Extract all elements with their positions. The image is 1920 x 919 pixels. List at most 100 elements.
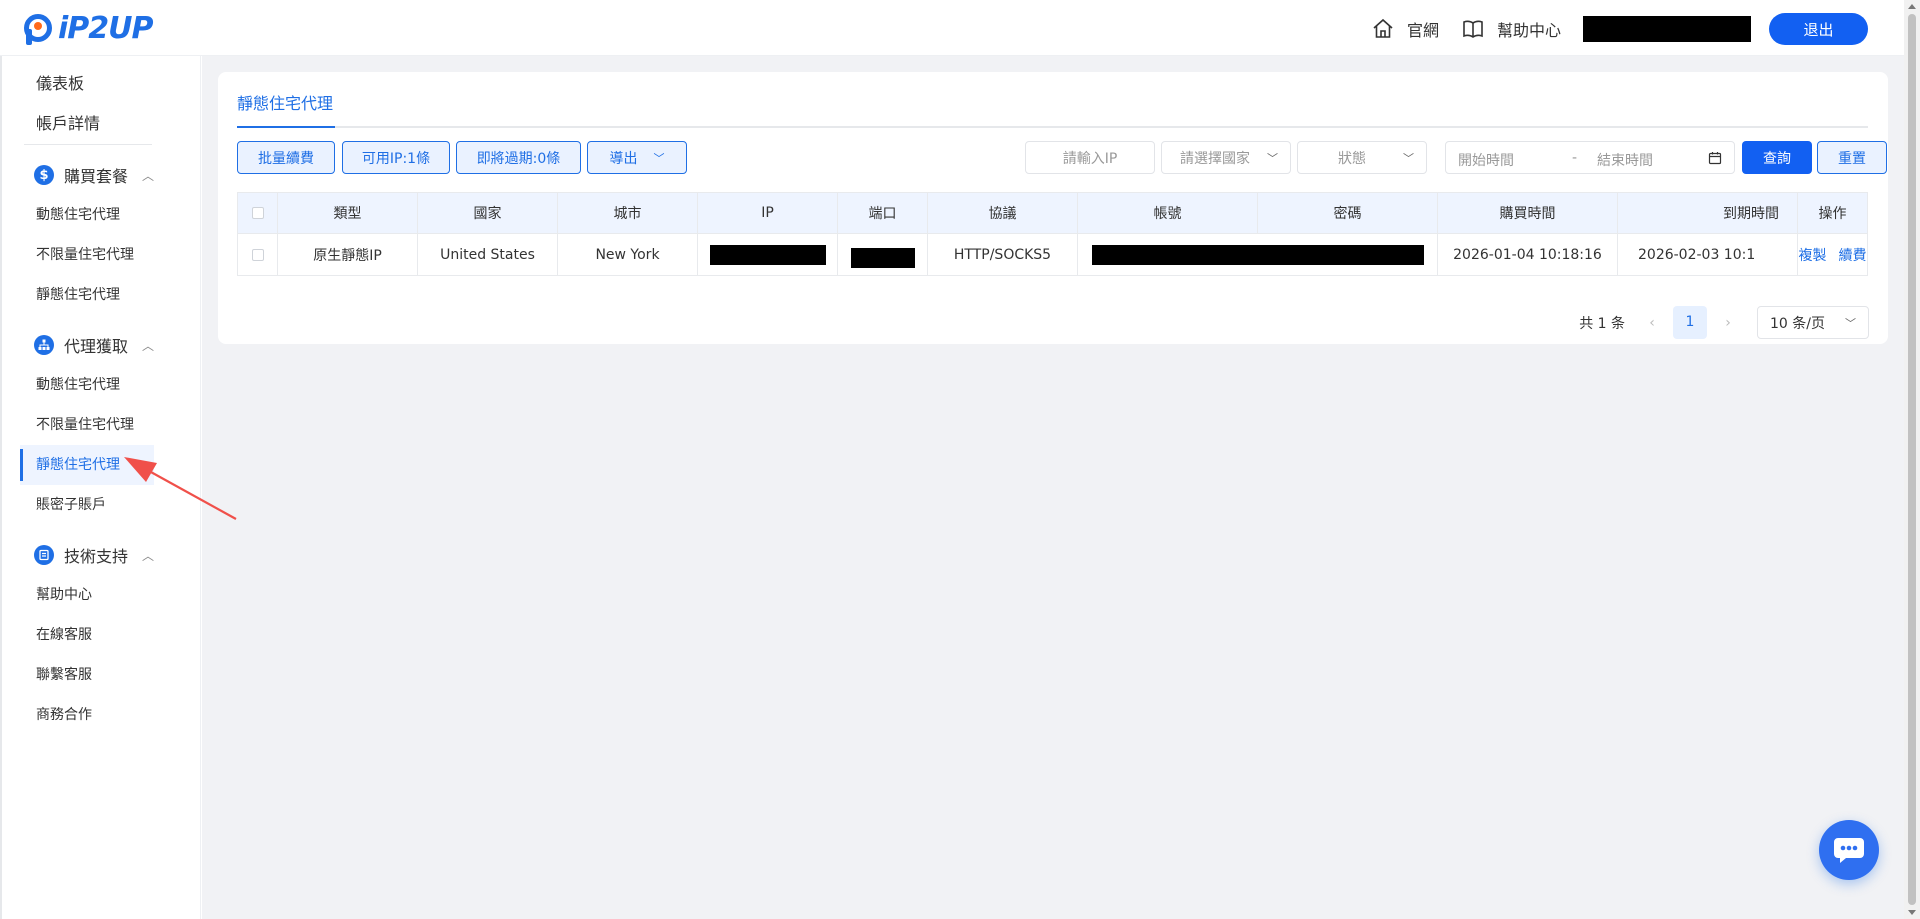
scroll-down-icon[interactable]	[1908, 910, 1916, 915]
network-icon	[34, 335, 54, 355]
sidebar-item-business[interactable]: 商務合作	[2, 695, 200, 735]
type-cell: 原生靜態IP	[278, 234, 418, 275]
sidebar-group-purchase: $ 購買套餐 ︿ 動態住宅代理 不限量住宅代理 靜態住宅代理	[2, 155, 200, 315]
next-page-button[interactable]: ›	[1715, 315, 1741, 331]
scrollbar-thumb[interactable]	[1908, 14, 1916, 905]
sidebar-item-contact-service[interactable]: 聯繫客服	[2, 655, 200, 695]
country-select-placeholder: 請選擇國家	[1180, 150, 1250, 167]
official-site-link[interactable]: 官網	[1371, 17, 1439, 41]
chevron-down-icon: ﹀	[1845, 316, 1856, 330]
sidebar-item-buy-unlimited[interactable]: 不限量住宅代理	[2, 235, 200, 275]
port-redacted	[850, 247, 915, 268]
expiring-button[interactable]: 即將過期:0條	[456, 141, 581, 174]
sidebar-item-get-dynamic[interactable]: 動態住宅代理	[2, 365, 200, 405]
sidebar-item-get-unlimited[interactable]: 不限量住宅代理	[2, 405, 200, 445]
sidebar-group-label: 代理獲取	[64, 337, 129, 356]
ip-search-input[interactable]: 請輸入IP	[1025, 141, 1155, 174]
sidebar-group-proxy-get: 代理獲取 ︿ 動態住宅代理 不限量住宅代理 靜態住宅代理 賬密子賬戶	[2, 325, 200, 525]
table-header-row: 類型 國家 城市 IP 端口 協議 帳號 密碼 購買時間 到期時間 操作	[238, 193, 1867, 234]
sidebar-group-label: 技術支持	[64, 547, 129, 566]
row-select-cell	[238, 234, 278, 275]
logo-mark-icon	[24, 11, 56, 45]
actions-cell: 複製 續費	[1798, 234, 1867, 275]
date-range-picker[interactable]: 開始時間 - 結束時間	[1445, 141, 1735, 174]
protocol-cell: HTTP/SOCKS5	[928, 234, 1078, 275]
column-header: 國家	[418, 193, 558, 233]
renew-link[interactable]: 續費	[1839, 245, 1867, 265]
tab-bar: 靜態住宅代理	[237, 90, 1868, 128]
page-size-label: 10 条/页	[1770, 315, 1825, 332]
chevron-up-icon: ︿	[142, 168, 155, 183]
column-header: 端口	[838, 193, 928, 233]
ip-cell	[698, 234, 838, 275]
column-header: 密碼	[1258, 193, 1438, 233]
column-header: 到期時間	[1618, 193, 1798, 233]
sidebar-item-buy-dynamic[interactable]: 動態住宅代理	[2, 195, 200, 235]
available-ip-button[interactable]: 可用IP:1條	[342, 141, 450, 174]
sidebar-group-support: 技術支持 ︿ 幫助中心 在線客服 聯繫客服 商務合作	[2, 535, 200, 735]
sidebar-item-sub-accounts[interactable]: 賬密子賬戶	[2, 485, 200, 525]
select-all-checkbox[interactable]	[251, 207, 264, 219]
sidebar-group-label: 購買套餐	[64, 167, 129, 186]
help-center-link[interactable]: 幫助中心	[1461, 17, 1561, 41]
help-center-label: 幫助中心	[1496, 21, 1561, 40]
credentials-cell	[1078, 234, 1438, 275]
country-select[interactable]: 請選擇國家 ﹀	[1161, 141, 1291, 174]
ip-search-placeholder: 請輸入IP	[1062, 150, 1118, 167]
page-size-select[interactable]: 10 条/页 ﹀	[1757, 306, 1869, 339]
logo-text: iP2UP	[58, 10, 153, 46]
chevron-down-icon: ﹀	[653, 151, 665, 165]
header-actions: 官網 幫助中心 退出	[1371, 13, 1868, 45]
export-dropdown-button[interactable]: 導出 ﹀	[587, 141, 687, 174]
row-checkbox[interactable]	[251, 248, 264, 261]
vertical-scrollbar[interactable]	[1904, 0, 1920, 919]
sidebar-item-online-service[interactable]: 在線客服	[2, 615, 200, 655]
total-count: 共 1 条	[1579, 315, 1625, 332]
query-button[interactable]: 查詢	[1742, 141, 1812, 174]
scroll-up-icon[interactable]	[1908, 4, 1916, 9]
sidebar-item-help-center[interactable]: 幫助中心	[2, 575, 200, 615]
chevron-down-icon: ﹀	[1403, 151, 1414, 165]
logo[interactable]: iP2UP	[24, 8, 153, 48]
sidebar-group-purchase-header[interactable]: $ 購買套餐 ︿	[2, 155, 200, 195]
sidebar-divider	[24, 144, 152, 145]
column-header: 操作	[1818, 206, 1847, 222]
credentials-redacted	[1091, 244, 1424, 265]
purchase-time-cell: 2026-01-04 10:18:16	[1438, 234, 1618, 275]
sidebar-item-account-details[interactable]: 帳戶詳情	[36, 104, 200, 144]
chevron-up-icon: ︿	[142, 548, 155, 563]
support-icon	[34, 545, 54, 565]
sidebar-item-buy-static[interactable]: 靜態住宅代理	[2, 275, 200, 315]
sidebar-item-dashboard[interactable]: 儀表板	[36, 64, 200, 104]
page-button-current[interactable]: 1	[1673, 306, 1707, 339]
city-cell: New York	[558, 234, 698, 275]
chat-button[interactable]	[1819, 820, 1879, 880]
column-header: 城市	[558, 193, 698, 233]
select-all-cell	[238, 193, 278, 233]
sidebar: 儀表板 帳戶詳情 $ 購買套餐 ︿ 動態住宅代理 不限量住宅代理 靜態住宅代理 …	[0, 56, 201, 919]
main-content: 靜態住宅代理 批量續費 可用IP:1條 即將過期:0條 導出 ﹀ 請輸入IP 請…	[202, 56, 1904, 919]
status-select[interactable]: 狀態 ﹀	[1297, 141, 1427, 174]
book-icon	[1463, 20, 1483, 38]
sidebar-group-proxy-get-header[interactable]: 代理獲取 ︿	[2, 325, 200, 365]
reset-button[interactable]: 重置	[1817, 141, 1887, 174]
sidebar-group-support-header[interactable]: 技術支持 ︿	[2, 535, 200, 575]
column-header: 帳號	[1078, 193, 1258, 233]
country-cell: United States	[418, 234, 558, 275]
user-account-redacted	[1583, 16, 1751, 42]
export-label: 導出	[609, 150, 638, 167]
range-separator: -	[1572, 150, 1578, 166]
sidebar-item-get-static[interactable]: 靜態住宅代理	[20, 445, 154, 485]
column-header: 購買時間	[1438, 193, 1618, 233]
batch-renew-button[interactable]: 批量續費	[237, 141, 335, 174]
chat-icon	[1834, 838, 1864, 863]
column-header: 類型	[278, 193, 418, 233]
copy-link[interactable]: 複製	[1799, 245, 1827, 265]
top-header: iP2UP 官網 幫助中心 退出	[0, 0, 1904, 56]
end-time-placeholder: 結束時間	[1597, 153, 1653, 169]
tab-static-residential[interactable]: 靜態住宅代理	[237, 90, 336, 128]
prev-page-button[interactable]: ‹	[1639, 315, 1665, 331]
logout-button[interactable]: 退出	[1769, 13, 1868, 45]
chevron-down-icon: ﹀	[1267, 151, 1278, 165]
pagination: 共 1 条 ‹ 1 › 10 条/页 ﹀	[1579, 306, 1869, 339]
